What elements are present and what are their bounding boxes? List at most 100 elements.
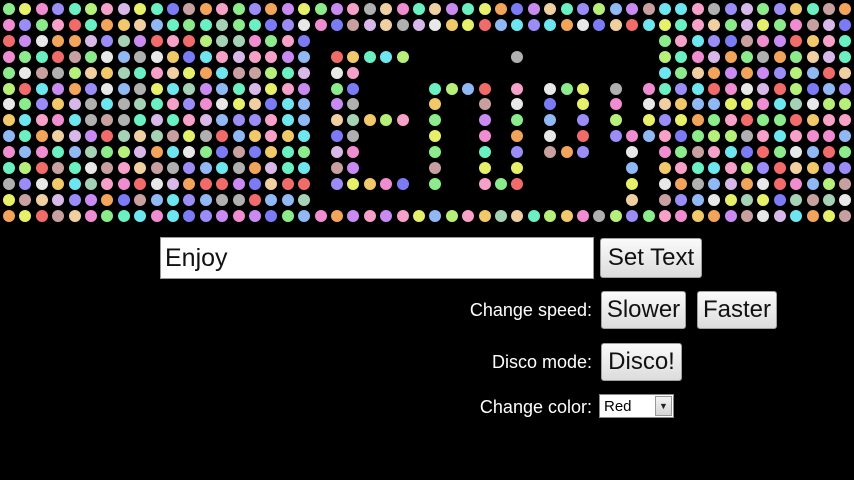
matrix-dot — [249, 114, 261, 127]
matrix-dot — [577, 209, 589, 222]
matrix-dot — [19, 98, 32, 111]
slower-button[interactable]: Slower — [601, 291, 686, 329]
matrix-dot — [511, 130, 524, 143]
chevron-down-icon[interactable]: ▼ — [655, 396, 672, 416]
matrix-dot — [3, 34, 15, 47]
matrix-dot — [626, 177, 639, 190]
matrix-dot — [150, 130, 163, 143]
matrix-dot — [773, 18, 786, 31]
text-input[interactable] — [160, 237, 594, 279]
matrix-dot — [199, 193, 212, 206]
matrix-dot — [19, 3, 32, 15]
matrix-dot — [68, 193, 81, 206]
matrix-dot — [380, 177, 393, 190]
matrix-dot — [3, 130, 15, 143]
matrix-dot — [790, 130, 803, 143]
matrix-dot — [134, 98, 147, 111]
matrix-dot — [757, 177, 770, 190]
matrix-dot — [232, 34, 245, 47]
matrix-dot — [741, 3, 753, 15]
matrix-dot — [773, 146, 786, 159]
matrix-dot — [150, 209, 163, 222]
matrix-dot — [19, 130, 32, 143]
matrix-dot — [839, 146, 852, 159]
matrix-dot — [52, 177, 65, 190]
matrix-dot — [85, 66, 97, 79]
matrix-dot — [265, 82, 278, 95]
matrix-dot — [281, 177, 294, 190]
disco-button[interactable]: Disco! — [601, 343, 682, 381]
matrix-dot — [35, 162, 48, 174]
matrix-dot — [101, 162, 114, 174]
matrix-dot — [150, 98, 163, 111]
matrix-dot — [134, 50, 147, 63]
matrix-dot — [773, 209, 786, 222]
matrix-dot — [3, 3, 15, 15]
matrix-dot — [167, 177, 179, 190]
matrix-dot — [806, 18, 819, 31]
matrix-dot — [35, 18, 48, 31]
matrix-dot — [265, 130, 278, 143]
matrix-dot — [199, 209, 212, 222]
matrix-dot — [741, 114, 753, 127]
matrix-dot — [3, 114, 15, 127]
matrix-dot — [134, 34, 147, 47]
color-select[interactable]: Red ▼ — [599, 394, 674, 418]
matrix-dot — [199, 162, 212, 174]
matrix-dot — [445, 3, 458, 15]
matrix-dot — [52, 209, 65, 222]
matrix-dot — [232, 146, 245, 159]
matrix-dot — [298, 209, 311, 222]
matrix-dot — [773, 50, 786, 63]
matrix-dot — [691, 82, 704, 95]
matrix-dot — [117, 114, 130, 127]
matrix-dot — [101, 146, 114, 159]
matrix-dot — [839, 162, 852, 174]
matrix-dot — [3, 193, 15, 206]
matrix-dot — [167, 114, 179, 127]
matrix-dot — [659, 177, 671, 190]
matrix-dot — [347, 146, 360, 159]
matrix-dot — [52, 34, 65, 47]
matrix-dot — [19, 177, 32, 190]
set-text-button[interactable]: Set Text — [600, 238, 702, 278]
matrix-dot — [823, 146, 835, 159]
matrix-dot — [626, 130, 639, 143]
matrix-dot — [265, 50, 278, 63]
matrix-dot — [757, 162, 770, 174]
matrix-dot — [806, 130, 819, 143]
matrix-dot — [445, 82, 458, 95]
matrix-dot — [216, 82, 229, 95]
matrix-dot — [134, 114, 147, 127]
matrix-dot — [659, 209, 671, 222]
matrix-dot — [150, 3, 163, 15]
matrix-dot — [35, 3, 48, 15]
matrix-dot — [68, 130, 81, 143]
matrix-dot — [298, 82, 311, 95]
matrix-dot — [331, 114, 343, 127]
matrix-dot — [495, 177, 507, 190]
matrix-dot — [511, 146, 524, 159]
matrix-dot — [724, 82, 737, 95]
matrix-dot — [183, 34, 196, 47]
matrix-dot — [68, 114, 81, 127]
matrix-dot — [249, 146, 261, 159]
matrix-dot — [167, 130, 179, 143]
matrix-dot — [609, 209, 622, 222]
matrix-dot — [708, 114, 721, 127]
matrix-dot — [183, 209, 196, 222]
matrix-dot — [741, 66, 753, 79]
matrix-dot — [298, 18, 311, 31]
matrix-dot — [199, 146, 212, 159]
faster-button[interactable]: Faster — [697, 291, 777, 329]
matrix-dot — [626, 3, 639, 15]
matrix-dot — [331, 18, 343, 31]
matrix-dot — [642, 18, 655, 31]
matrix-dot — [134, 209, 147, 222]
matrix-dot — [281, 130, 294, 143]
matrix-dot — [249, 209, 261, 222]
matrix-dot — [150, 146, 163, 159]
matrix-dot — [839, 66, 852, 79]
matrix-dot — [691, 66, 704, 79]
matrix-dot — [232, 193, 245, 206]
